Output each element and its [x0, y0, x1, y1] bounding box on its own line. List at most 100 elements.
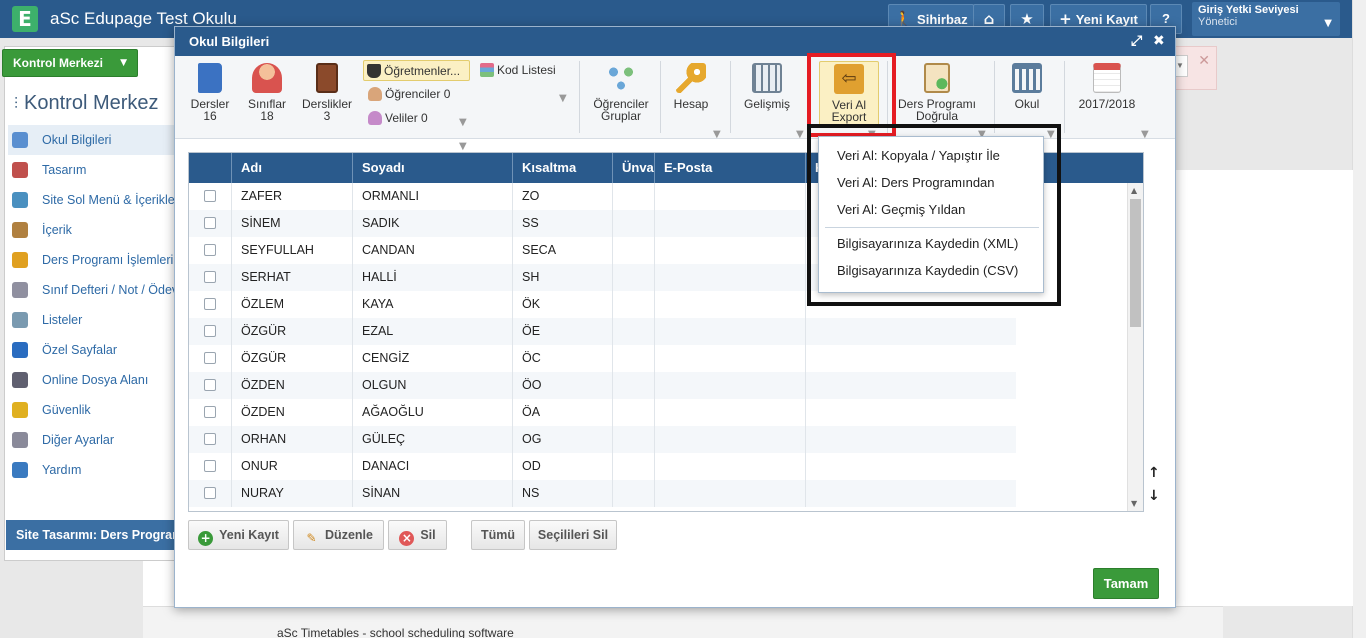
- palette-icon: [12, 162, 28, 178]
- edupage-logo[interactable]: E: [12, 6, 38, 32]
- sidebar-item[interactable]: Online Dosya Alanı: [8, 365, 180, 395]
- row-checkbox[interactable]: [204, 487, 216, 499]
- sidebar-item-label: Site Sol Menü & İçerikler: [42, 193, 179, 207]
- table-row[interactable]: ÖZDEN OLGUN ÖO: [189, 372, 1016, 399]
- row-checkbox[interactable]: [204, 298, 216, 310]
- table-row[interactable]: ONUR DANACI OD: [189, 453, 1016, 480]
- sidebar-item[interactable]: İçerik: [8, 215, 180, 245]
- column-header-first-name[interactable]: Adı: [231, 153, 352, 183]
- toolbar-kod-listesi[interactable]: Kod Listesi: [477, 60, 573, 81]
- gelismis-dropdown-icon[interactable]: ▼: [796, 129, 804, 140]
- globe-icon: [12, 132, 28, 148]
- row-checkbox[interactable]: [204, 379, 216, 391]
- toolbar-school-year[interactable]: 2017/2018: [1075, 63, 1139, 110]
- scroll-up-icon[interactable]: ▲: [1131, 186, 1137, 195]
- toolbar-derslikler[interactable]: Derslikler 3: [301, 63, 353, 122]
- toolbar-dersler[interactable]: Dersler 16: [188, 63, 232, 122]
- row-checkbox[interactable]: [204, 433, 216, 445]
- toolbar-veliler[interactable]: Veliler 0: [365, 108, 475, 129]
- sidebar-item[interactable]: Okul Bilgileri: [8, 125, 180, 155]
- veliler-dropdown-icon[interactable]: ▼: [459, 141, 467, 152]
- close-icon[interactable]: ✖: [1153, 27, 1165, 56]
- sidebar-item[interactable]: Sınıf Defteri / Not / Ödev: [8, 275, 180, 305]
- control-center-button[interactable]: Kontrol Merkezi ▼: [2, 49, 138, 77]
- menu-item-import-timetable[interactable]: Veri Al: Ders Programından: [819, 169, 1043, 196]
- table-cell-empty: [612, 291, 654, 318]
- edit-button[interactable]: ✎ Düzenle: [293, 520, 384, 550]
- select-all-button[interactable]: Tümü: [471, 520, 525, 550]
- column-header-abbreviation[interactable]: Kısaltma: [512, 153, 612, 183]
- row-checkbox[interactable]: [204, 406, 216, 418]
- move-down-icon[interactable]: ↓: [1148, 488, 1160, 504]
- toolbar-ogretmenler[interactable]: Öğretmenler...: [363, 60, 470, 81]
- table-row[interactable]: ORHAN GÜLEÇ OG: [189, 426, 1016, 453]
- row-checkbox[interactable]: [204, 352, 216, 364]
- table-cell-last: ORMANLI: [352, 183, 512, 210]
- table-scrollbar[interactable]: ▲ ▼: [1127, 183, 1143, 511]
- chevron-down-icon: ▼: [1324, 18, 1332, 29]
- toolbar-gelismis[interactable]: Gelişmiş: [741, 63, 793, 110]
- delete-button[interactable]: × Sil: [388, 520, 447, 550]
- menu-item-export-xml[interactable]: Bilgisayarınıza Kaydedin (XML): [819, 230, 1043, 257]
- row-checkbox[interactable]: [204, 271, 216, 283]
- table-row[interactable]: NURAY SİNAN NS: [189, 480, 1016, 507]
- sidebar-item[interactable]: Ders Programı İşlemleri: [8, 245, 180, 275]
- delete-selected-button[interactable]: Seçilileri Sil: [529, 520, 617, 550]
- table-row[interactable]: ÖZGÜR EZAL ÖE: [189, 318, 1016, 345]
- table-row[interactable]: ÖZGÜR CENGİZ ÖC: [189, 345, 1016, 372]
- table-cell-abbr: ZO: [512, 183, 612, 210]
- sidebar-item-label: İçerik: [42, 223, 72, 237]
- table-cell-empty: [612, 453, 654, 480]
- hesap-dropdown-icon[interactable]: ▼: [713, 129, 721, 140]
- row-checkbox[interactable]: [204, 325, 216, 337]
- row-checkbox[interactable]: [204, 460, 216, 472]
- table-cell-last: OLGUN: [352, 372, 512, 399]
- new-record-button[interactable]: + Yeni Kayıt: [188, 520, 289, 550]
- sidebar-item[interactable]: Tasarım: [8, 155, 180, 185]
- table-cell-abbr: ÖE: [512, 318, 612, 345]
- row-checkbox[interactable]: [204, 217, 216, 229]
- page-scrollbar[interactable]: [1352, 0, 1366, 638]
- sidebar-item[interactable]: Diğer Ayarlar: [8, 425, 180, 455]
- toolbar-hesap[interactable]: Hesap: [669, 63, 713, 110]
- select-all-column[interactable]: [189, 153, 231, 183]
- calendar-icon: [1093, 63, 1121, 93]
- sidebar-item[interactable]: Site Sol Menü & İçerikler: [8, 185, 180, 215]
- move-up-icon[interactable]: ↑: [1148, 465, 1160, 481]
- building-icon: [1012, 63, 1042, 93]
- sidebar-item[interactable]: Yardım: [8, 455, 180, 485]
- toolbar-okul[interactable]: Okul: [1005, 63, 1049, 110]
- toolbar-siniflar[interactable]: Sınıflar 18: [245, 63, 289, 122]
- toolbar-ogrenciler[interactable]: Öğrenciler 0: [365, 84, 475, 105]
- toolbar-separator: [730, 61, 731, 133]
- scroll-down-icon[interactable]: ▼: [1131, 499, 1137, 508]
- sidebar-item-label: Online Dosya Alanı: [42, 373, 149, 387]
- year-dropdown-icon[interactable]: ▼: [1141, 129, 1149, 140]
- menu-item-import-previous-year[interactable]: Veri Al: Geçmiş Yıldan: [819, 196, 1043, 223]
- menu-item-export-csv[interactable]: Bilgisayarınıza Kaydedin (CSV): [819, 257, 1043, 284]
- row-checkbox[interactable]: [204, 244, 216, 256]
- toolbar-ogrenci-gruplar[interactable]: Öğrenciler Gruplar: [589, 63, 653, 122]
- site-design-bar[interactable]: Site Tasarımı: Ders Programı: [6, 520, 178, 550]
- table-cell-empty: [612, 183, 654, 210]
- ok-button[interactable]: Tamam: [1093, 568, 1159, 599]
- column-header-title[interactable]: Ünvan: [612, 153, 654, 183]
- sidebar-item[interactable]: Özel Sayfalar: [8, 335, 180, 365]
- toolbar-ders-programi-dogrula[interactable]: Ders Programı Doğrula: [893, 63, 981, 122]
- gelismis-label: Gelişmiş: [743, 97, 790, 111]
- maximize-icon[interactable]: ⤢: [1131, 27, 1142, 56]
- sidebar-item[interactable]: Güvenlik: [8, 395, 180, 425]
- table-cell-empty: [654, 453, 805, 480]
- row-checkbox[interactable]: [204, 190, 216, 202]
- sidebar-item[interactable]: Listeler: [8, 305, 180, 335]
- parents-icon: [368, 111, 382, 125]
- table-row[interactable]: ÖZDEN AĞAOĞLU ÖA: [189, 399, 1016, 426]
- scrollbar-thumb[interactable]: [1130, 199, 1141, 327]
- column-header-last-name[interactable]: Soyadı: [352, 153, 512, 183]
- close-icon[interactable]: ✕: [1198, 53, 1210, 69]
- menu-item-import-copy-paste[interactable]: Veri Al: Kopyala / Yapıştır İle: [819, 142, 1043, 169]
- column-header-email[interactable]: E-Posta: [654, 153, 805, 183]
- kod-listesi-dropdown-icon[interactable]: ▼: [559, 93, 567, 104]
- table-cell-empty: [654, 345, 805, 372]
- role-selector[interactable]: Giriş Yetki Seviyesi Yönetici ▼: [1192, 2, 1340, 36]
